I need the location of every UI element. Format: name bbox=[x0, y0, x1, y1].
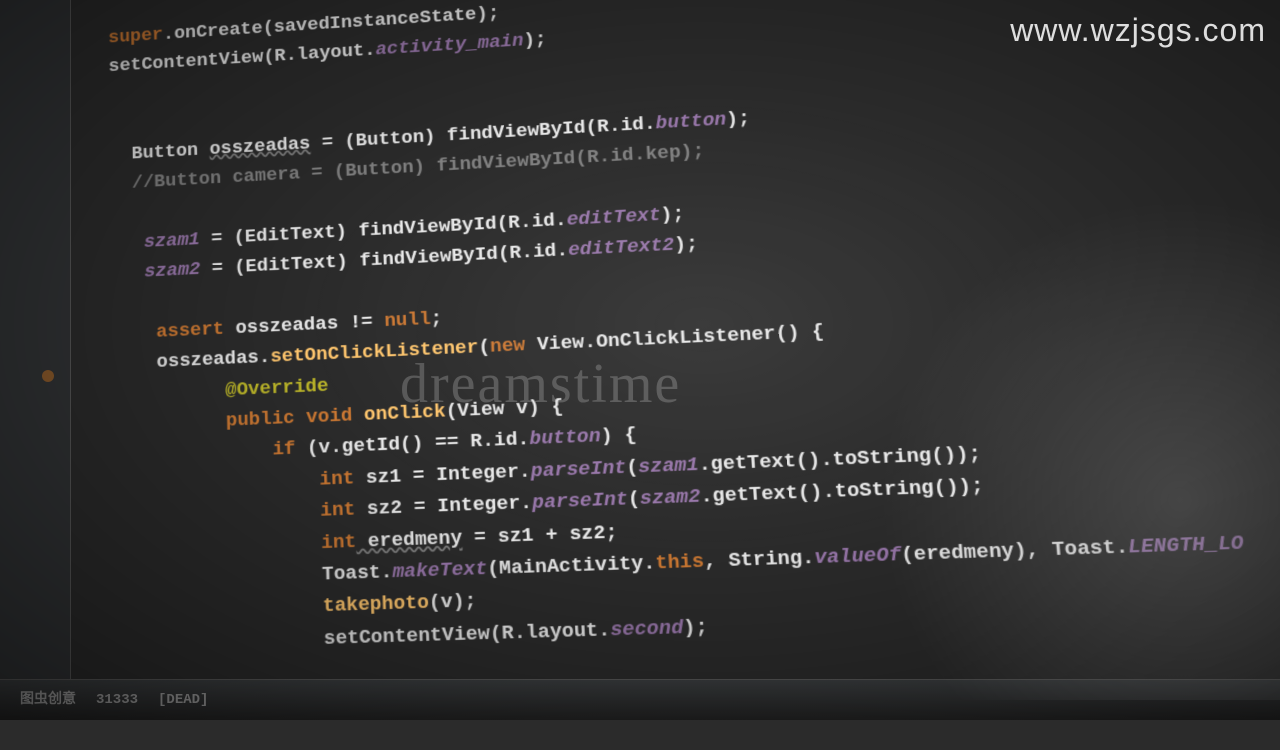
code-token: Button bbox=[131, 138, 209, 164]
code-token: = (Button) bbox=[310, 124, 447, 154]
code-token: ) { bbox=[600, 424, 637, 448]
code-token: makeText bbox=[392, 557, 488, 583]
status-item: 图虫创意 bbox=[20, 689, 76, 711]
code-token: findViewById bbox=[359, 243, 498, 272]
code-token: parseInt bbox=[530, 456, 627, 483]
code-token: (v.getId() == R.id. bbox=[295, 428, 530, 460]
code-token: (R.layout. bbox=[489, 618, 611, 645]
code-token: super bbox=[108, 24, 163, 48]
code-token: LENGTH_LO bbox=[1127, 531, 1245, 559]
code-token: ); bbox=[674, 232, 699, 256]
code-token: szam1 bbox=[638, 453, 700, 479]
code-token: button bbox=[529, 425, 601, 451]
code-keyword: int bbox=[321, 530, 357, 554]
code-token: editText bbox=[566, 203, 661, 230]
code-token: (v); bbox=[429, 590, 477, 615]
code-keyword: new bbox=[490, 334, 526, 358]
code-annotation: @Override bbox=[225, 374, 329, 401]
code-token: sz1 = Integer. bbox=[354, 460, 531, 490]
code-editor[interactable]: super.onCreate(savedInstanceState); setC… bbox=[3, 0, 1280, 750]
code-token: parseInt bbox=[532, 488, 629, 515]
code-token: ); bbox=[660, 202, 685, 226]
code-token: (eredmeny), Toast. bbox=[900, 535, 1129, 567]
code-token: findViewById bbox=[446, 116, 586, 146]
code-token: button bbox=[655, 108, 727, 134]
code-token: (R.id. bbox=[585, 112, 656, 138]
code-token: sz2 = Integer. bbox=[355, 491, 533, 521]
code-keyword: assert bbox=[156, 317, 224, 342]
code-token: setContentView bbox=[323, 622, 490, 650]
status-bar: 图虫创意 31333 [DEAD] bbox=[0, 679, 1280, 720]
code-token: ; bbox=[430, 307, 442, 330]
code-token: = (EditText) bbox=[200, 250, 360, 280]
watermark-url: www.wzjsgs.com bbox=[1010, 5, 1266, 56]
code-keyword: if bbox=[272, 438, 296, 462]
code-token: (R.id. bbox=[497, 239, 568, 265]
code-token: szam1 bbox=[144, 228, 200, 253]
code-token: osszeadas. bbox=[157, 346, 271, 373]
code-token: ); bbox=[726, 107, 751, 130]
code-token: szam2 bbox=[639, 485, 701, 511]
code-token: activity_main bbox=[375, 30, 524, 61]
code-token: eredmeny bbox=[356, 526, 463, 553]
code-token: osszeadas != bbox=[224, 310, 385, 340]
code-token: szam2 bbox=[144, 258, 200, 283]
code-method: takephoto bbox=[323, 591, 430, 618]
code-token: (View v) { bbox=[445, 395, 564, 423]
code-token: findViewById bbox=[358, 212, 497, 241]
code-token: = (EditText) bbox=[200, 220, 359, 250]
code-keyword: int bbox=[320, 498, 356, 522]
code-token: ); bbox=[683, 615, 709, 640]
code-token: editText2 bbox=[567, 234, 674, 262]
code-token: (R.layout. bbox=[263, 39, 376, 67]
code-token: (MainActivity. bbox=[487, 551, 656, 580]
code-token: (R.id. bbox=[496, 208, 567, 234]
status-item: 31333 bbox=[96, 689, 138, 711]
code-token: .getText().toString()); bbox=[700, 474, 985, 508]
code-keyword: this bbox=[655, 550, 705, 575]
code-method: setOnClickListener bbox=[270, 336, 479, 368]
code-token: Toast. bbox=[322, 560, 393, 586]
code-token: = sz1 + sz2; bbox=[462, 520, 618, 549]
status-item: [DEAD] bbox=[158, 689, 208, 711]
code-token: valueOf bbox=[814, 543, 902, 570]
code-keyword: null bbox=[384, 308, 431, 333]
code-keyword: int bbox=[319, 467, 355, 491]
code-method: onClick bbox=[352, 400, 446, 427]
code-token: , String. bbox=[703, 546, 815, 573]
code-token: ); bbox=[523, 29, 547, 52]
code-keyword: public void bbox=[226, 404, 353, 432]
code-token: setContentView bbox=[108, 46, 263, 77]
code-token: second bbox=[610, 616, 684, 642]
code-token: osszeadas bbox=[209, 132, 311, 159]
